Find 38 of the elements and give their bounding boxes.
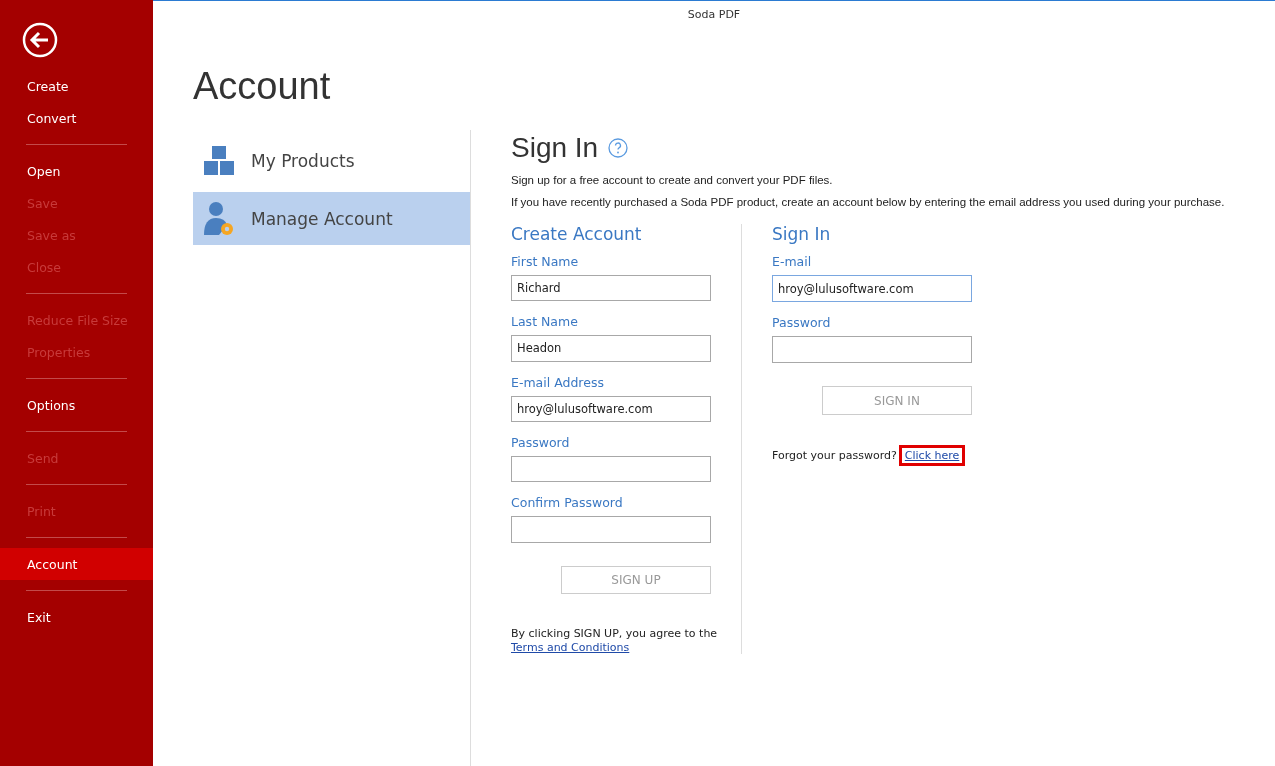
field-label: First Name: [511, 254, 579, 269]
help-icon[interactable]: [608, 138, 629, 158]
input-field[interactable]: [511, 456, 711, 483]
user-gear-icon: [203, 200, 235, 237]
menu-item[interactable]: Exit: [0, 601, 153, 633]
menu-item[interactable]: Account: [0, 548, 153, 580]
input-field[interactable]: hroy@lulusoftware.com: [511, 395, 711, 422]
field-label: E-mail: [772, 254, 812, 269]
nav-label: Manage Account: [251, 208, 393, 229]
menu-item[interactable]: Open: [0, 155, 153, 187]
click-here-link[interactable]: Click here: [898, 445, 966, 466]
input-field[interactable]: Headon: [511, 335, 711, 362]
agreement-text: By clicking SIGN UP, you agree to the: [511, 626, 719, 640]
menu-item[interactable]: Options: [0, 389, 153, 421]
window-title: Soda PDF: [687, 8, 741, 21]
nav-item[interactable]: Manage Account: [193, 192, 470, 245]
menu-item[interactable]: Create: [0, 70, 153, 102]
field-label: Last Name: [511, 314, 578, 330]
note-text: If you have recently purchased a Soda PDF product, create an account below by entering the email address you used during your purchase.: [511, 196, 1226, 208]
input-field[interactable]: Richard: [511, 275, 711, 302]
section-title: Sign In: [511, 132, 599, 164]
terms-link[interactable]: Terms and Conditions: [511, 640, 630, 654]
field-label: Password: [772, 315, 831, 330]
input-field[interactable]: [511, 516, 711, 543]
field-label: E-mail Address: [511, 374, 604, 390]
forgot-text: Forgot your password?: [772, 449, 897, 462]
page-title: Account: [193, 65, 331, 108]
field-label: Password: [511, 435, 570, 450]
blocks-icon: [203, 144, 235, 177]
field-label: Confirm Password: [511, 495, 623, 511]
nav-item[interactable]: My Products: [193, 134, 470, 187]
menu-item[interactable]: Convert: [0, 102, 153, 134]
column-title: Sign In: [772, 224, 831, 244]
input-field[interactable]: hroy@lulusoftware.com: [772, 275, 972, 302]
intro-text: Sign up for a free account to create and convert your PDF files.: [511, 174, 834, 186]
column-title: Create Account: [511, 224, 642, 244]
nav-label: My Products: [251, 150, 355, 171]
input-field[interactable]: [772, 336, 972, 363]
